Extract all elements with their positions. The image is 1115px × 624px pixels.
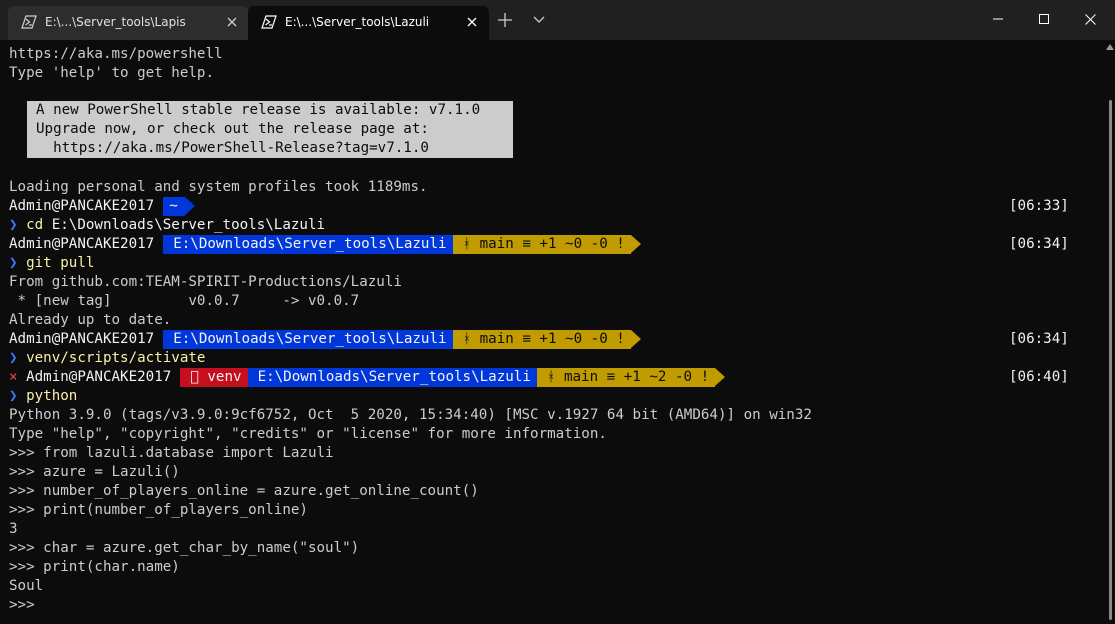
prompt-time: [06:34] [1009, 331, 1069, 347]
command-name: cd [26, 217, 44, 233]
chevron-down-icon[interactable] [528, 9, 550, 31]
prompt-time: [06:34] [1009, 236, 1069, 252]
command-line: ❯ venv/scripts/activate [9, 349, 205, 368]
prompt-user: Admin@PANCAKE2017 [9, 198, 155, 214]
command-line: ❯ git pull [9, 254, 94, 273]
error-mark: × [9, 369, 18, 385]
prompt-time: [06:33] [1009, 198, 1069, 214]
command-text: venv/scripts/activate [26, 350, 206, 366]
output-line: >>> print(number_of_players_online) [9, 502, 308, 518]
banner-line: A new PowerShell stable release is avail… [36, 102, 481, 118]
scrollbar[interactable] [1105, 40, 1115, 624]
powershell-icon [21, 15, 37, 29]
scroll-thumb[interactable] [1109, 100, 1112, 620]
segment-arrow [715, 368, 726, 386]
output-line: Loading personal and system profiles too… [9, 179, 428, 195]
output-line: >>> number_of_players_online = azure.get… [9, 483, 479, 499]
prompt: Admin@PANCAKE2017 ~ [9, 197, 195, 216]
output-line: Type "help", "copyright", "credits" or "… [9, 426, 607, 442]
update-banner: A new PowerShell stable release is avail… [27, 101, 513, 158]
segment-arrow [184, 197, 195, 215]
prompt-git: ᚼ main ≡ +1 ~0 -0 ! [452, 330, 631, 349]
command-text: python [26, 388, 78, 404]
minimize-icon[interactable] [975, 0, 1021, 38]
prompt-user: Admin@PANCAKE2017 [26, 369, 172, 385]
prompt-user: Admin@PANCAKE2017 [9, 331, 155, 347]
tab-lapis[interactable]: E:\...\Server_tools\Lapis [8, 6, 249, 40]
prompt-venv:  venv [180, 368, 248, 387]
input-line[interactable]: >>> [9, 596, 43, 615]
close-icon[interactable] [1067, 0, 1113, 38]
prompt-git: ᚼ main ≡ +1 ~2 -0 ! [536, 368, 716, 387]
prompt-path: E:\Downloads\Server_tools\Lazuli [247, 368, 537, 387]
banner-line: https://aka.ms/PowerShell-Release?tag=v7… [36, 140, 429, 156]
close-icon[interactable] [223, 13, 241, 31]
title-bar: E:\...\Server_tools\Lapis E:\...\Server_… [0, 0, 1115, 40]
plus-icon[interactable] [494, 9, 516, 31]
output-line: >>> print(char.name) [9, 559, 180, 575]
output-line: * [new tag] v0.0.7 -> v0.0.7 [9, 293, 360, 309]
output-line: >>> from lazuli.database import Lazuli [9, 445, 334, 461]
output-line: >>> azure = Lazuli() [9, 464, 180, 480]
close-icon[interactable] [463, 13, 481, 31]
segment-arrow [630, 330, 641, 348]
tab-title: E:\...\Server_tools\Lapis [45, 15, 186, 29]
prompt-time: [06:40] [1009, 369, 1069, 385]
scroll-up-icon[interactable] [1106, 42, 1114, 52]
segment-arrow [630, 235, 641, 253]
tab-lazuli[interactable]: E:\...\Server_tools\Lazuli [248, 6, 489, 40]
prompt-chevron: ❯ [9, 350, 18, 366]
command-arg: E:\Downloads\Server_tools\Lazuli [43, 217, 326, 233]
prompt: × Admin@PANCAKE2017  venvE:\Downloads\Se… [9, 368, 726, 387]
prompt-home: ~ [163, 197, 185, 216]
banner-line: Upgrade now, or check out the release pa… [36, 121, 429, 137]
prompt-chevron: ❯ [9, 255, 18, 271]
maximize-icon[interactable] [1021, 0, 1067, 38]
prompt-git: ᚼ main ≡ +1 ~0 -0 ! [452, 235, 631, 254]
output-line: Python 3.9.0 (tags/v3.9.0:9cf6752, Oct 5… [9, 407, 812, 423]
terminal[interactable]: https://aka.ms/powershell Type 'help' to… [0, 40, 1115, 624]
prompt: Admin@PANCAKE2017 E:\Downloads\Server_too… [9, 330, 641, 349]
output-line: Type 'help' to get help. [9, 65, 214, 81]
output-line: Already up to date. [9, 312, 172, 328]
prompt-path: E:\Downloads\Server_tools\Lazuli [163, 235, 453, 254]
command-text: git pull [26, 255, 95, 271]
prompt-chevron: ❯ [9, 388, 18, 404]
prompt-path: E:\Downloads\Server_tools\Lazuli [163, 330, 453, 349]
command-line: ❯ cd E:\Downloads\Server_tools\Lazuli [9, 216, 325, 235]
prompt: Admin@PANCAKE2017 E:\Downloads\Server_too… [9, 235, 641, 254]
output-line: >>> char = azure.get_char_by_name("soul"… [9, 540, 360, 556]
output-line: https://aka.ms/powershell [9, 46, 223, 62]
tab-title: E:\...\Server_tools\Lazuli [285, 15, 430, 29]
output-line: 3 [9, 521, 18, 537]
prompt-user: Admin@PANCAKE2017 [9, 236, 155, 252]
powershell-icon [261, 15, 277, 29]
command-line: ❯ python [9, 387, 77, 406]
output-line: Soul [9, 578, 44, 594]
output-line: From github.com:TEAM-SPIRIT-Productions/… [9, 274, 402, 290]
prompt-chevron: ❯ [9, 217, 18, 233]
